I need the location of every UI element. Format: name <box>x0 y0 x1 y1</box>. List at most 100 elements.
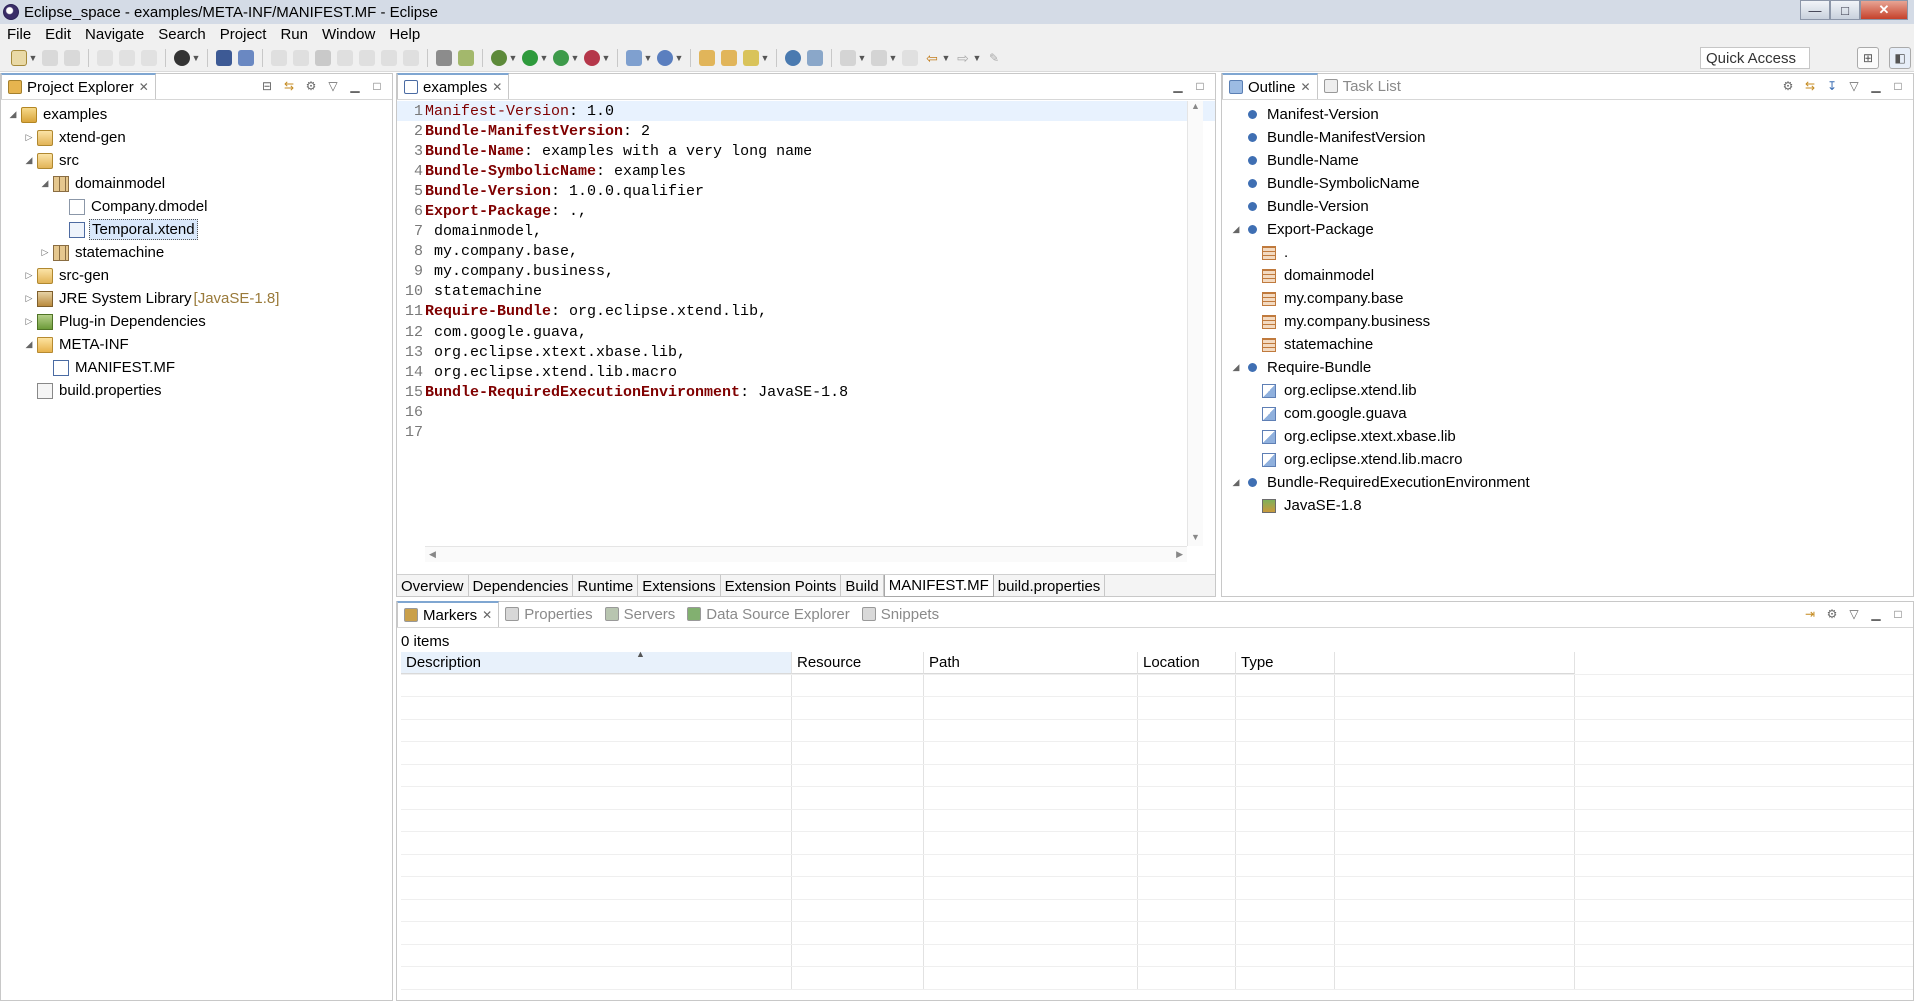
external-tools-icon[interactable] <box>584 50 600 66</box>
new-java-project-dropdown-icon[interactable]: ▼ <box>644 50 653 66</box>
menu-file[interactable]: File <box>0 26 38 43</box>
outline-item[interactable]: ◢ Bundle-RequiredExecutionEnvironment <box>1222 471 1913 494</box>
scroll-up-icon[interactable]: ▲ <box>1188 101 1203 115</box>
terminate-icon[interactable] <box>315 50 331 66</box>
disconnect-icon[interactable] <box>337 50 353 66</box>
menu-project[interactable]: Project <box>213 26 274 43</box>
horizontal-scrollbar[interactable]: ◀ ▶ <box>425 546 1187 562</box>
save-all-icon[interactable] <box>64 50 80 66</box>
step-over-icon[interactable] <box>381 50 397 66</box>
link-with-editor-icon[interactable]: ⇆ <box>1801 78 1819 94</box>
collapsed-twisty-icon[interactable]: ▷ <box>23 132 35 143</box>
page-tab-overview[interactable]: Overview <box>397 575 469 597</box>
forward-dropdown-icon[interactable]: ▼ <box>973 50 982 66</box>
toggle-word-wrap-icon[interactable] <box>119 50 135 66</box>
maximize-button[interactable]: □ <box>1830 0 1860 20</box>
next-annotation-dropdown-icon[interactable]: ▼ <box>858 50 867 66</box>
column-header-description[interactable]: Description ▲ <box>401 649 792 674</box>
profile-icon[interactable] <box>174 50 190 66</box>
back-icon[interactable]: ⇦ <box>924 50 940 66</box>
outline-item[interactable]: my.company.base <box>1222 287 1913 310</box>
skip-breakpoints-icon[interactable] <box>238 50 254 66</box>
tab-servers[interactable]: Servers <box>599 601 682 627</box>
expanded-twisty-icon[interactable]: ◢ <box>23 155 35 166</box>
maximize-view-icon[interactable]: □ <box>1191 78 1209 94</box>
outline-item[interactable]: Bundle-ManifestVersion <box>1222 126 1913 149</box>
menu-navigate[interactable]: Navigate <box>78 26 151 43</box>
tab-examples-manifest[interactable]: examples ✕ <box>397 73 510 99</box>
scroll-down-icon[interactable]: ▼ <box>1188 532 1203 546</box>
close-icon[interactable]: ✕ <box>139 80 149 94</box>
close-icon[interactable]: ✕ <box>492 80 502 94</box>
new-icon[interactable] <box>11 50 27 66</box>
quick-access-field[interactable]: Quick Access <box>1700 47 1810 69</box>
tab-properties[interactable]: Properties <box>499 601 598 627</box>
outline-item[interactable]: org.eclipse.xtext.xbase.lib <box>1222 425 1913 448</box>
search-dropdown-icon[interactable]: ▼ <box>761 50 770 66</box>
menu-help[interactable]: Help <box>382 26 427 43</box>
outline-item[interactable]: my.company.business <box>1222 310 1913 333</box>
view-menu-icon[interactable]: ▽ <box>1845 78 1863 94</box>
outline-item[interactable]: ◢ Export-Package <box>1222 218 1913 241</box>
external-tools-dropdown-icon[interactable]: ▼ <box>602 50 611 66</box>
outline-item[interactable]: JavaSE-1.8 <box>1222 494 1913 517</box>
previous-annotation-icon[interactable] <box>871 50 887 66</box>
tree-item[interactable]: ◢ domainmodel <box>1 172 392 195</box>
tab-markers[interactable]: Markers ✕ <box>397 601 500 627</box>
new-dropdown-icon[interactable]: ▼ <box>29 50 38 66</box>
column-header-path[interactable]: Path <box>924 652 1138 674</box>
sort-icon[interactable]: ↧ <box>1823 78 1841 94</box>
new-class-icon[interactable] <box>657 50 673 66</box>
expanded-twisty-icon[interactable]: ◢ <box>1230 362 1242 373</box>
hide-fields-icon[interactable]: ⚙ <box>1779 78 1797 94</box>
outline-item[interactable]: Bundle-Version <box>1222 195 1913 218</box>
coverage-dropdown-icon[interactable]: ▼ <box>571 50 580 66</box>
outline-item[interactable]: Bundle-Name <box>1222 149 1913 172</box>
close-icon[interactable]: ✕ <box>1301 80 1311 94</box>
tab-task-list[interactable]: Task List <box>1318 73 1407 99</box>
close-icon[interactable]: ✕ <box>482 608 492 622</box>
open-perspective-icon[interactable]: ⊞ <box>1857 47 1879 69</box>
step-return-icon[interactable] <box>403 50 419 66</box>
tree-item[interactable]: MANIFEST.MF <box>1 356 392 379</box>
debug-dropdown-icon[interactable]: ▼ <box>509 50 518 66</box>
scroll-left-icon[interactable]: ◀ <box>429 549 436 560</box>
toggle-block-icon[interactable] <box>97 50 113 66</box>
resume-icon[interactable] <box>271 50 287 66</box>
filter-icon[interactable]: ⚙ <box>1823 606 1841 622</box>
tree-item[interactable]: Company.dmodel <box>1 195 392 218</box>
tab-project-explorer[interactable]: Project Explorer ✕ <box>1 73 156 99</box>
debug-icon[interactable] <box>491 50 507 66</box>
expanded-twisty-icon[interactable]: ◢ <box>1230 477 1242 488</box>
outline-item[interactable]: . <box>1222 241 1913 264</box>
tree-item[interactable]: ◢ src <box>1 149 392 172</box>
menu-run[interactable]: Run <box>273 26 315 43</box>
page-tab-runtime[interactable]: Runtime <box>573 575 639 597</box>
tree-item[interactable]: build.properties <box>1 379 392 402</box>
tree-item[interactable]: ◢ examples <box>1 103 392 126</box>
column-header-resource[interactable]: Resource <box>792 652 924 674</box>
collapsed-twisty-icon[interactable]: ▷ <box>39 247 51 258</box>
expanded-twisty-icon[interactable]: ◢ <box>39 178 51 189</box>
expanded-twisty-icon[interactable]: ◢ <box>23 339 35 350</box>
drop-to-frame-icon[interactable] <box>436 50 452 66</box>
view-menu-icon[interactable]: ▽ <box>324 78 342 94</box>
outline-item[interactable]: org.eclipse.xtend.lib.macro <box>1222 448 1913 471</box>
step-into-icon[interactable] <box>359 50 375 66</box>
page-tab-dependencies[interactable]: Dependencies <box>469 575 574 597</box>
outline-item[interactable]: statemachine <box>1222 333 1913 356</box>
expanded-twisty-icon[interactable]: ◢ <box>7 109 19 120</box>
page-tab-extension-points[interactable]: Extension Points <box>721 575 842 597</box>
column-header-location[interactable]: Location <box>1138 652 1236 674</box>
run-dropdown-icon[interactable]: ▼ <box>540 50 549 66</box>
tree-item[interactable]: ◢ META-INF <box>1 333 392 356</box>
pin-editor-icon[interactable]: ✎ <box>986 50 1002 66</box>
column-header-type[interactable]: Type <box>1236 652 1335 674</box>
outline-item[interactable]: domainmodel <box>1222 264 1913 287</box>
link-with-editor-icon[interactable]: ⇆ <box>280 78 298 94</box>
last-edit-location-icon[interactable] <box>902 50 918 66</box>
tab-data-source-explorer[interactable]: Data Source Explorer <box>681 601 855 627</box>
outline-item[interactable]: Manifest-Version <box>1222 103 1913 126</box>
vertical-scrollbar[interactable]: ▲ ▼ <box>1187 101 1203 546</box>
expanded-twisty-icon[interactable]: ◢ <box>1230 224 1242 235</box>
